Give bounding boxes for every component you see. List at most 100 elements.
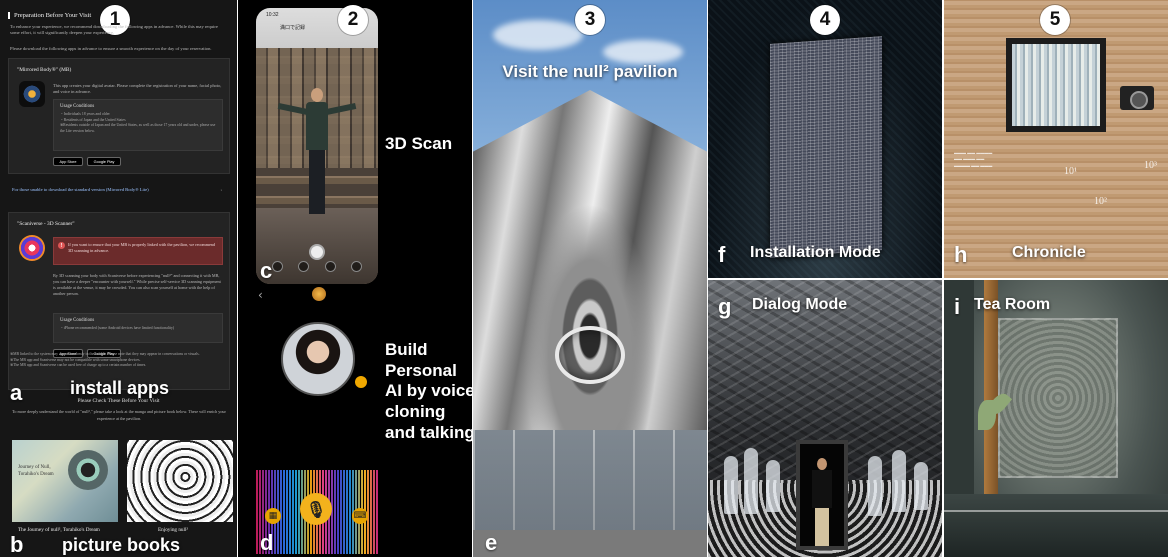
glass-facade bbox=[473, 430, 707, 530]
tea-room-floor bbox=[944, 494, 1168, 557]
book2-name: Enjoying null² bbox=[158, 527, 188, 533]
avatar-silhouette bbox=[868, 456, 882, 516]
usage-conditions-box: Usage Conditions ・iPhone recommended (so… bbox=[53, 313, 223, 343]
caption-dialog-mode: Dialog Mode bbox=[752, 296, 848, 313]
grid-button-icon[interactable]: ▦ bbox=[265, 508, 281, 524]
avatar-silhouette bbox=[766, 460, 780, 512]
scan-warning-text: If you want to ensure that your MB is pr… bbox=[68, 242, 215, 253]
preparation-title: Preparation Before Your Visit bbox=[8, 12, 91, 19]
label-d: d bbox=[260, 530, 274, 555]
book-cover-enjoying[interactable] bbox=[127, 440, 233, 522]
shutter-button[interactable] bbox=[309, 244, 325, 260]
label-h: h bbox=[954, 242, 968, 267]
exponent-label: 10³ bbox=[1144, 160, 1157, 171]
mirrored-body-description: This app creates your digital avatar. Pl… bbox=[53, 83, 222, 95]
scaniverse-title: "Scaniverse - 3D Scanner" bbox=[17, 221, 75, 227]
lite-version-link[interactable]: For those unable to download the standar… bbox=[12, 187, 222, 192]
condition-item: ・iPhone recommended (some Android device… bbox=[60, 326, 175, 330]
scan-controls bbox=[256, 261, 378, 272]
personal-ai-avatar[interactable] bbox=[281, 322, 355, 396]
download-text: Please download the following apps in ad… bbox=[10, 46, 212, 51]
usage-conditions-title: Usage Conditions bbox=[60, 104, 95, 109]
back-arrow-icon[interactable]: ‹ bbox=[258, 288, 263, 302]
caption-build-personal-ai: Build Personal AI by voice cloning and t… bbox=[385, 340, 472, 442]
avatar-silhouette bbox=[724, 456, 738, 514]
caption-picture-books: picture books bbox=[62, 535, 181, 555]
ground bbox=[473, 530, 707, 557]
cloud bbox=[603, 40, 683, 64]
lower-text: To more deeply understand the world of "… bbox=[12, 409, 226, 421]
step-number-2: 2 bbox=[338, 5, 368, 35]
vintage-camera bbox=[1120, 86, 1154, 110]
phone-title: 満口で記録 bbox=[280, 25, 306, 31]
usage-conditions-title: Usage Conditions bbox=[60, 318, 95, 323]
pavilion-panel: 3 Visit the null² pavilion e bbox=[473, 0, 707, 557]
book1-name: The Journey of null², Torahiko's Dream bbox=[18, 527, 100, 533]
intro-text: To enhance your experience, we recommend… bbox=[10, 24, 218, 36]
step-number-5: 5 bbox=[1040, 5, 1070, 35]
phone-app-panel: 10:32 満口で記録 2 c 3D Scan ‹ Build Personal… bbox=[238, 0, 472, 557]
note-item: ※MB linked to the system may appear rand… bbox=[10, 352, 200, 356]
google-play-button[interactable]: Google Play bbox=[87, 157, 121, 166]
notes: ※MB linked to the system may appear rand… bbox=[10, 352, 225, 369]
avatar-silhouette bbox=[744, 448, 758, 514]
lower-heading: Please Check These Before Your Visit bbox=[77, 398, 160, 404]
scan-control-button[interactable] bbox=[351, 261, 363, 272]
scanned-person bbox=[277, 88, 357, 218]
avatar-badge-icon bbox=[355, 376, 367, 388]
tea-room-panel: i Tea Room bbox=[944, 280, 1168, 557]
step-number-4: 4 bbox=[810, 5, 840, 35]
glass-annotation: ▬▬▬ ▬▬ ▬▬▬▬ ▬▬ ▬▬▬ ▬▬ ▬▬▬▬ ▬▬ ▬▬▬ bbox=[954, 150, 993, 168]
book1-cover-title: Journey of Null, Torahiko's Dream bbox=[18, 465, 54, 477]
mirrored-body-app-icon[interactable] bbox=[19, 81, 45, 107]
scan-control-button[interactable] bbox=[324, 261, 336, 272]
mirror-ring bbox=[555, 326, 625, 384]
monolith-display bbox=[770, 36, 882, 258]
caption-visit-pavilion: Visit the null² pavilion bbox=[502, 62, 678, 81]
note-item: ※The MB app and Scaniverse can be used f… bbox=[10, 363, 147, 368]
chevron-right-icon: › bbox=[220, 187, 222, 192]
scaniverse-description: By 3D scanning your body with Scaniverse… bbox=[53, 273, 221, 297]
exponent-label: 10¹ bbox=[1064, 166, 1077, 177]
app-store-button[interactable]: App Store bbox=[53, 157, 83, 166]
caption-chronicle: Chronicle bbox=[1012, 244, 1086, 261]
scan-warning-box: ! If you want to ensure that your MB is … bbox=[53, 237, 223, 265]
label-b: b bbox=[10, 532, 24, 557]
usage-conditions-box: Usage Conditions ・Individuals 18 years a… bbox=[53, 99, 223, 151]
dialog-mode-panel: g Dialog Mode bbox=[708, 280, 942, 557]
mirrored-body-card: "Mirrored Body®" (MB) This app creates y… bbox=[8, 58, 230, 174]
rail bbox=[944, 510, 1168, 512]
exponent-label: 10² bbox=[1094, 196, 1107, 207]
framed-artifact bbox=[1006, 38, 1106, 132]
label-c: c bbox=[260, 258, 273, 283]
chronicle-panel: 10¹ 10² 10³ ▬▬▬ ▬▬ ▬▬▬▬ ▬▬ ▬▬▬ ▬▬ ▬▬▬▬ ▬▬ … bbox=[944, 0, 1168, 278]
scaniverse-app-icon[interactable] bbox=[19, 235, 45, 261]
cloud bbox=[493, 20, 583, 50]
book-cover-journey[interactable]: Journey of Null, Torahiko's Dream bbox=[12, 440, 118, 522]
alert-icon: ! bbox=[58, 242, 65, 249]
label-i: i bbox=[954, 294, 961, 319]
lite-link-label: For those unable to download the standar… bbox=[12, 187, 149, 192]
label-g: g bbox=[718, 294, 732, 319]
mirrored-body-title: "Mirrored Body®" (MB) bbox=[17, 67, 72, 73]
label-e: e bbox=[485, 530, 498, 555]
caption-3d-scan: 3D Scan bbox=[385, 134, 453, 153]
caption-tea-room: Tea Room bbox=[974, 296, 1051, 313]
avatar-silhouette bbox=[892, 450, 906, 512]
install-apps-panel: Preparation Before Your Visit 1 To enhan… bbox=[0, 0, 237, 557]
app-mini-icon bbox=[312, 287, 326, 301]
scan-control-button[interactable] bbox=[271, 261, 283, 272]
scan-control-button[interactable] bbox=[298, 261, 310, 272]
avatar-silhouette bbox=[914, 462, 928, 510]
status-time: 10:32 bbox=[266, 12, 279, 18]
microphone-icon[interactable]: 🎙 bbox=[300, 493, 332, 525]
caption-install-apps: install apps bbox=[70, 378, 170, 398]
installation-mode-panel: 4 f Installation Mode bbox=[708, 0, 942, 278]
keyboard-icon[interactable]: ⌨ bbox=[352, 508, 368, 524]
caption-installation-mode: Installation Mode bbox=[750, 244, 881, 261]
camera-illustration bbox=[68, 450, 108, 490]
scan-screen: 10:32 満口で記録 bbox=[256, 8, 378, 284]
label-f: f bbox=[718, 242, 726, 267]
step-number-3: 3 bbox=[575, 5, 605, 35]
hanging-scroll bbox=[998, 318, 1118, 478]
